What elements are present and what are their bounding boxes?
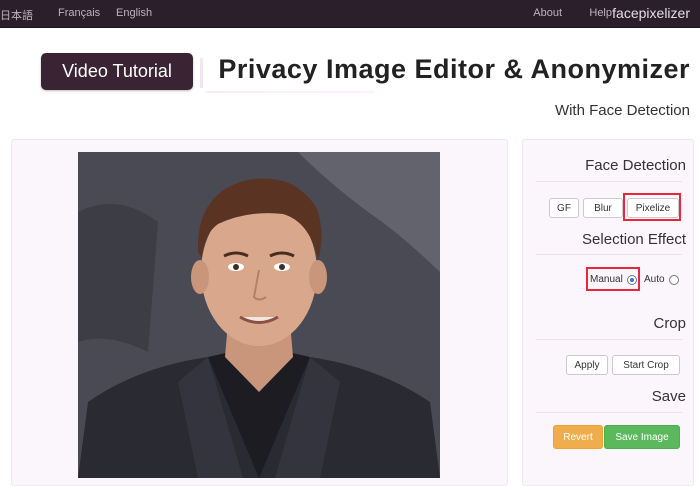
face-detection-title: Face Detection <box>585 157 686 174</box>
title-underline <box>205 91 375 93</box>
save-title: Save <box>651 388 686 405</box>
nav-link-japanese[interactable]: 日本語 <box>0 7 33 23</box>
blur-button[interactable]: Blur <box>583 198 623 218</box>
header-divider <box>200 58 203 88</box>
brand-logo[interactable]: facepixelizer <box>612 5 690 21</box>
revert-button[interactable]: Revert <box>553 425 603 449</box>
section-divider <box>536 254 682 255</box>
page-subtitle: With Face Detection <box>554 102 690 119</box>
section-divider <box>536 181 682 182</box>
top-navbar: facepixelizer Help About English Françai… <box>0 0 700 28</box>
nav-link-francais[interactable]: Français <box>58 7 100 19</box>
nav-link-english[interactable]: English <box>116 7 152 19</box>
section-divider <box>536 412 682 413</box>
apply-crop-button[interactable]: Apply <box>566 355 608 375</box>
nav-link-help[interactable]: Help <box>589 7 612 19</box>
manual-highlight-box <box>586 267 640 291</box>
auto-radio-label: Auto <box>644 274 665 285</box>
pixelize-highlight-box <box>623 193 681 221</box>
auto-radio[interactable] <box>669 275 679 285</box>
video-tutorial-button[interactable]: Video Tutorial <box>41 53 193 90</box>
start-crop-button[interactable]: Start Crop <box>612 355 680 375</box>
portrait-illustration <box>78 152 440 478</box>
selection-effect-title: Selection Effect <box>582 231 686 248</box>
portrait-photo[interactable] <box>78 152 440 478</box>
nav-link-about[interactable]: About <box>533 7 562 19</box>
crop-title: Crop <box>653 315 686 332</box>
page-title: Privacy Image Editor & Anonymizer <box>218 54 690 84</box>
section-divider <box>536 339 682 340</box>
gf-button[interactable]: GF <box>549 198 579 218</box>
save-image-button[interactable]: Save Image <box>604 425 680 449</box>
